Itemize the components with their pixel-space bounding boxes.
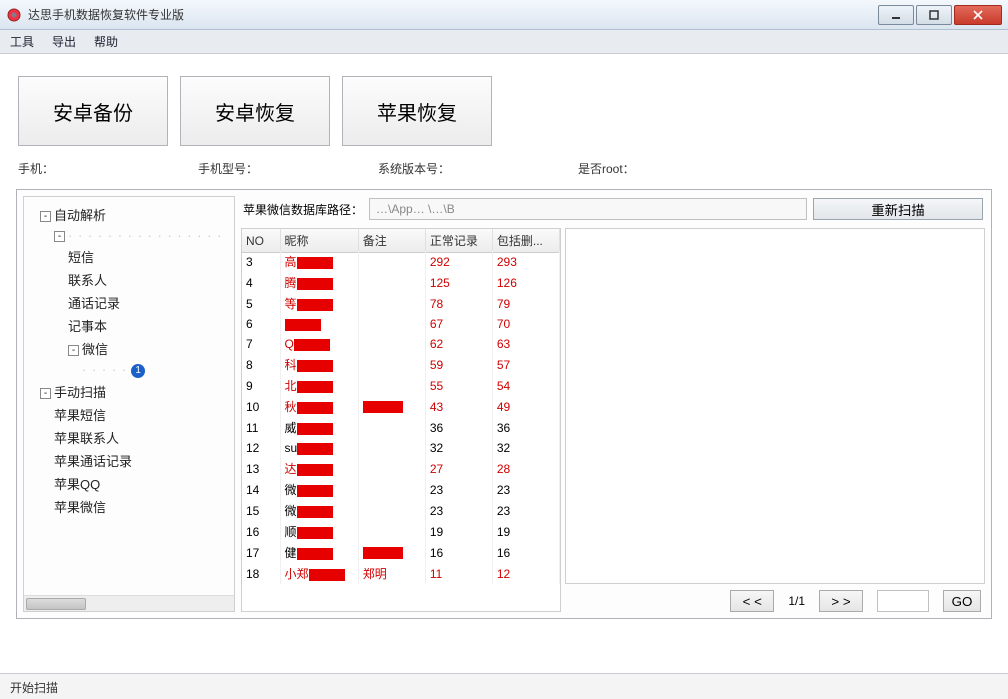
table-row[interactable]: 15微2323 — [242, 500, 560, 521]
tree-apple-qq[interactable]: 苹果QQ — [54, 477, 100, 492]
tree-apple-calllog[interactable]: 苹果通话记录 — [54, 454, 132, 469]
tree-panel: -自动解析 -· · · · · · · · · · · · · · · · 短… — [23, 196, 235, 612]
data-area: NO 昵称 备注 正常记录 包括删... 3高2922934腾1251265等7… — [241, 228, 985, 612]
info-phone: 手机： — [18, 160, 198, 177]
tree-blurry-node[interactable]: · · · · · · · · · · · · · · · · — [68, 228, 222, 243]
path-row: 苹果微信数据库路径： 重新扫描 — [241, 196, 985, 222]
table-row[interactable]: 8科5957 — [242, 354, 560, 375]
window-controls — [878, 5, 1002, 25]
menu-export[interactable]: 导出 — [52, 33, 76, 50]
page-indicator: 1/1 — [788, 594, 805, 608]
table-row[interactable]: 7Q6263 — [242, 334, 560, 354]
table-row[interactable]: 9北5554 — [242, 375, 560, 396]
tree-auto[interactable]: 自动解析 — [54, 208, 106, 223]
tree-apple-sms[interactable]: 苹果短信 — [54, 408, 106, 423]
statusbar: 开始扫描 — [0, 673, 1008, 699]
tree-apple-wechat[interactable]: 苹果微信 — [54, 500, 106, 515]
table-row[interactable]: 12su3232 — [242, 438, 560, 458]
tree-calllog[interactable]: 通话记录 — [68, 296, 120, 311]
tree[interactable]: -自动解析 -· · · · · · · · · · · · · · · · 短… — [24, 197, 234, 595]
menu-help[interactable]: 帮助 — [94, 33, 118, 50]
titlebar: 达思手机数据恢复软件专业版 — [0, 0, 1008, 30]
info-root: 是否root： — [578, 160, 758, 177]
apple-restore-button[interactable]: 苹果恢复 — [342, 76, 492, 146]
tree-wechat-sub[interactable]: · · · · · — [82, 362, 127, 377]
tree-badge: 1 — [131, 364, 145, 378]
th-note[interactable]: 备注 — [358, 229, 425, 253]
table-row[interactable]: 16顺1919 — [242, 521, 560, 542]
table-row[interactable]: 17健1616 — [242, 542, 560, 563]
menu-tools[interactable]: 工具 — [10, 33, 34, 50]
table-row[interactable]: 10秋4349 — [242, 396, 560, 417]
info-sysver: 系统版本号： — [378, 160, 578, 177]
table-row[interactable]: 18小郑郑明1112 — [242, 563, 560, 584]
scrollbar-thumb[interactable] — [26, 598, 86, 610]
path-label: 苹果微信数据库路径： — [243, 201, 363, 218]
menubar: 工具 导出 帮助 — [0, 30, 1008, 54]
th-no[interactable]: NO — [242, 229, 280, 253]
window-title: 达思手机数据恢复软件专业版 — [28, 6, 184, 23]
info-model: 手机型号： — [198, 160, 378, 177]
pager: < < 1/1 > > GO — [565, 590, 985, 612]
tree-apple-contacts[interactable]: 苹果联系人 — [54, 431, 119, 446]
table-row[interactable]: 11威3636 — [242, 417, 560, 438]
right-pane: 苹果微信数据库路径： 重新扫描 NO 昵称 备注 正常记录 包括删... — [241, 196, 985, 612]
status-text: 开始扫描 — [10, 681, 58, 695]
table-row[interactable]: 13达2728 — [242, 458, 560, 479]
tree-toggle-sub[interactable]: - — [54, 231, 65, 242]
close-button[interactable] — [954, 5, 1002, 25]
th-normal[interactable]: 正常记录 — [425, 229, 492, 253]
table-row[interactable]: 5等7879 — [242, 293, 560, 314]
tree-contacts[interactable]: 联系人 — [68, 273, 107, 288]
prev-page-button[interactable]: < < — [730, 590, 774, 612]
tree-manual[interactable]: 手动扫描 — [54, 385, 106, 400]
android-backup-button[interactable]: 安卓备份 — [18, 76, 168, 146]
tree-notes[interactable]: 记事本 — [68, 319, 107, 334]
result-table[interactable]: NO 昵称 备注 正常记录 包括删... 3高2922934腾1251265等7… — [241, 228, 561, 612]
tree-toggle-wechat[interactable]: - — [68, 345, 79, 356]
tree-sms[interactable]: 短信 — [68, 250, 94, 265]
th-deleted[interactable]: 包括删... — [492, 229, 559, 253]
minimize-button[interactable] — [878, 5, 914, 25]
rescan-button[interactable]: 重新扫描 — [813, 198, 983, 220]
page-input[interactable] — [877, 590, 929, 612]
table-row[interactable]: 14微2323 — [242, 479, 560, 500]
detail-box — [565, 228, 985, 584]
tree-hscrollbar[interactable] — [24, 595, 234, 611]
app-icon — [6, 7, 22, 23]
main-buttons: 安卓备份 安卓恢复 苹果恢复 — [0, 54, 1008, 156]
db-path-input[interactable] — [369, 198, 807, 220]
table-row[interactable]: 3高292293 — [242, 251, 560, 272]
tree-toggle-manual[interactable]: - — [40, 388, 51, 399]
tree-toggle-auto[interactable]: - — [40, 211, 51, 222]
maximize-button[interactable] — [916, 5, 952, 25]
go-button[interactable]: GO — [943, 590, 981, 612]
table-row[interactable]: 4腾125126 — [242, 272, 560, 293]
next-page-button[interactable]: > > — [819, 590, 863, 612]
device-info-row: 手机： 手机型号： 系统版本号： 是否root： — [0, 156, 1008, 185]
th-nick[interactable]: 昵称 — [280, 229, 358, 253]
android-restore-button[interactable]: 安卓恢复 — [180, 76, 330, 146]
tree-wechat[interactable]: 微信 — [82, 342, 108, 357]
main-panel: -自动解析 -· · · · · · · · · · · · · · · · 短… — [16, 189, 992, 619]
table-row[interactable]: 66770 — [242, 314, 560, 334]
